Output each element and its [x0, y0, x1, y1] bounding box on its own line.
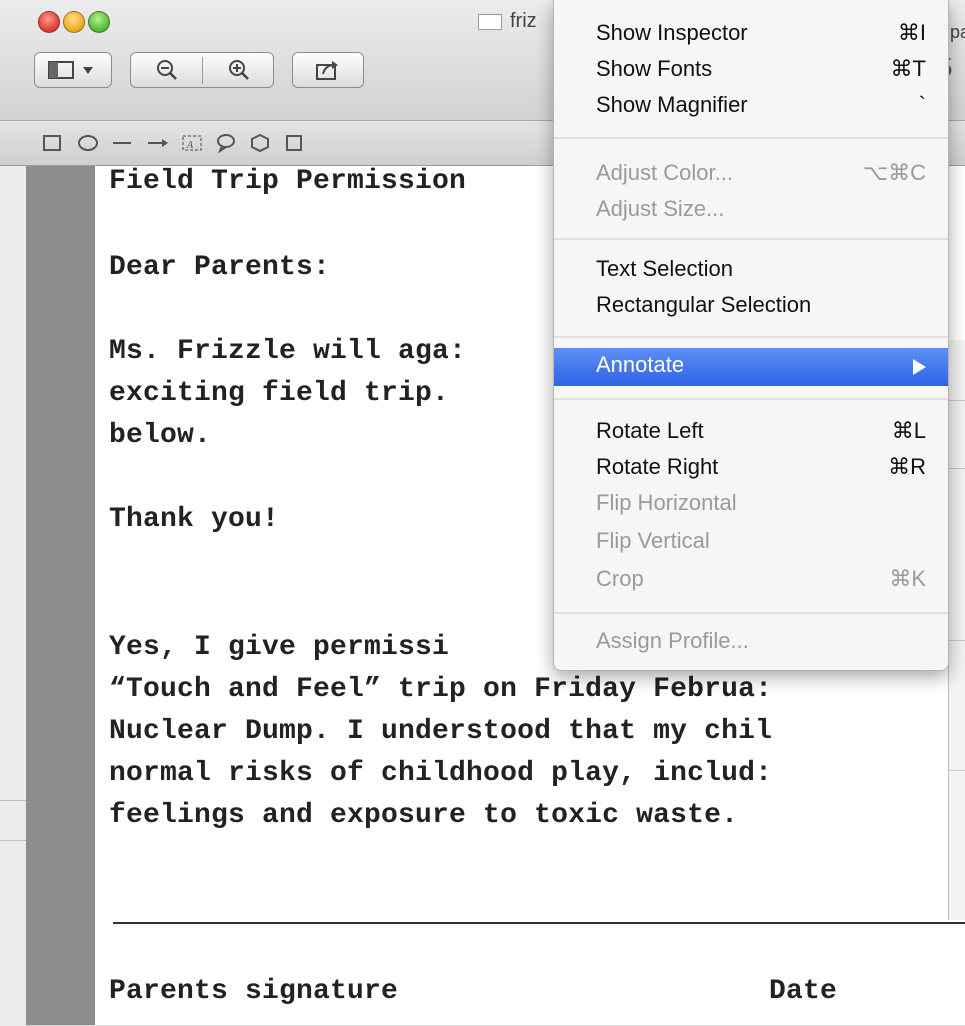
rectangle-tool-icon[interactable]	[38, 129, 66, 157]
menu-item-adjust-size: Adjust Size...	[554, 192, 948, 228]
view-menu-button[interactable]	[34, 52, 112, 88]
sidebar-strip	[0, 166, 26, 814]
menu-item-shortcut: `	[918, 92, 926, 117]
menu-item-show-inspector[interactable]: Show Inspector ⌘I	[554, 16, 948, 52]
arrow-tool-icon[interactable]	[144, 129, 172, 157]
minimize-window-button[interactable]	[63, 11, 85, 33]
menu-item-adjust-color: Adjust Color... ⌥⌘C	[554, 156, 948, 192]
zoom-button-group	[130, 52, 274, 88]
zoom-out-button[interactable]	[131, 53, 202, 87]
menu-item-shortcut: ⌘K	[889, 566, 926, 591]
zoom-window-button[interactable]	[88, 11, 110, 33]
menu-item-flip-horizontal: Flip Horizontal	[554, 486, 948, 522]
menu-item-label: Adjust Size...	[596, 196, 725, 221]
menu-item-shortcut: ⌘I	[897, 20, 926, 45]
background-window-panel	[0, 800, 26, 1026]
menu-item-shortcut: ⌘T	[890, 56, 926, 81]
menu-item-shortcut: ⌘R	[888, 454, 926, 479]
menu-item-assign-profile: Assign Profile...	[554, 624, 948, 660]
menu-item-label: Show Inspector	[596, 20, 748, 45]
text-tool-icon[interactable]: A	[178, 129, 206, 157]
doc-line-body-1: Ms. Frizzle will aga:	[109, 336, 467, 367]
menu-item-label: Show Magnifier	[596, 92, 748, 117]
menu-item-shortcut: ⌘L	[891, 418, 926, 443]
menu-item-rotate-right[interactable]: Rotate Right ⌘R	[554, 450, 948, 486]
menu-item-text-selection[interactable]: Text Selection	[554, 252, 948, 288]
menu-item-label: Show Fonts	[596, 56, 713, 81]
share-icon	[316, 61, 338, 80]
note-tool-icon[interactable]	[280, 129, 308, 157]
menu-item-label: Assign Profile...	[596, 628, 749, 653]
zoom-in-icon	[228, 60, 249, 80]
document-gutter	[26, 166, 95, 1025]
document-icon	[478, 13, 502, 30]
menu-item-rotate-left[interactable]: Rotate Left ⌘L	[554, 414, 948, 450]
background-window	[948, 340, 965, 920]
menu-item-shortcut: ⌥⌘C	[862, 160, 926, 185]
menu-item-label: Flip Vertical	[596, 528, 710, 553]
menu-separator	[554, 238, 948, 240]
line-tool-icon[interactable]	[108, 129, 136, 157]
doc-line-permission-2: “Touch and Feel” trip on Friday Februa:	[109, 674, 773, 705]
menu-separator	[554, 398, 948, 400]
oval-tool-icon[interactable]	[74, 129, 102, 157]
menu-item-show-magnifier[interactable]: Show Magnifier `	[554, 88, 948, 124]
window-title-tail: pa	[950, 22, 965, 42]
speech-bubble-tool-icon[interactable]	[212, 129, 240, 157]
window-title: friz	[478, 10, 537, 33]
menu-separator	[554, 336, 948, 338]
doc-line-permission-4: normal risks of childhood play, includ:	[109, 758, 773, 789]
menu-item-label: Rotate Right	[596, 454, 719, 479]
signature-label: Parents signature	[109, 976, 399, 1007]
zoom-in-button[interactable]	[203, 53, 274, 87]
shape-tool-icon[interactable]	[246, 129, 274, 157]
menu-item-label: Flip Horizontal	[596, 490, 737, 515]
share-button[interactable]	[292, 52, 364, 88]
doc-line-greeting: Dear Parents:	[109, 252, 331, 283]
doc-line-permission-1: Yes, I give permissi	[109, 632, 450, 663]
window-title-text: friz	[510, 10, 537, 32]
panel-divider	[0, 840, 26, 841]
doc-line-thanks: Thank you!	[109, 504, 280, 535]
menu-item-annotate[interactable]: Annotate	[554, 348, 948, 386]
menu-item-flip-vertical: Flip Vertical	[554, 524, 948, 560]
menu-item-rectangular-selection[interactable]: Rectangular Selection	[554, 288, 948, 324]
menu-item-label: Crop	[596, 566, 644, 591]
menu-item-label: Annotate	[596, 352, 685, 377]
sidebar-view-icon	[48, 61, 93, 79]
menu-separator	[554, 137, 948, 139]
menu-item-crop: Crop ⌘K	[554, 562, 948, 598]
signature-line	[113, 922, 965, 924]
doc-line-body-2: exciting field trip.	[109, 378, 450, 409]
menu-item-label: Rectangular Selection	[596, 292, 812, 317]
tools-menu: Show Inspector ⌘I Show Fonts ⌘T Show Mag…	[553, 0, 949, 671]
doc-line-permission-3: Nuclear Dump. I understood that my chil	[109, 716, 773, 747]
zoom-out-icon	[156, 60, 177, 80]
menu-item-label: Adjust Color...	[596, 160, 733, 185]
menu-item-label: Rotate Left	[596, 418, 704, 443]
svg-text:A: A	[186, 140, 194, 151]
date-label: Date	[769, 976, 838, 1007]
doc-line-permission-5: feelings and exposure to toxic waste.	[109, 800, 739, 831]
doc-line-body-3: below.	[109, 420, 212, 451]
doc-line-title: Field Trip Permission	[109, 166, 467, 197]
menu-item-show-fonts[interactable]: Show Fonts ⌘T	[554, 52, 948, 88]
submenu-arrow-icon	[913, 359, 926, 375]
menu-item-label: Text Selection	[596, 256, 733, 281]
menu-separator	[554, 612, 948, 614]
close-window-button[interactable]	[38, 11, 60, 33]
